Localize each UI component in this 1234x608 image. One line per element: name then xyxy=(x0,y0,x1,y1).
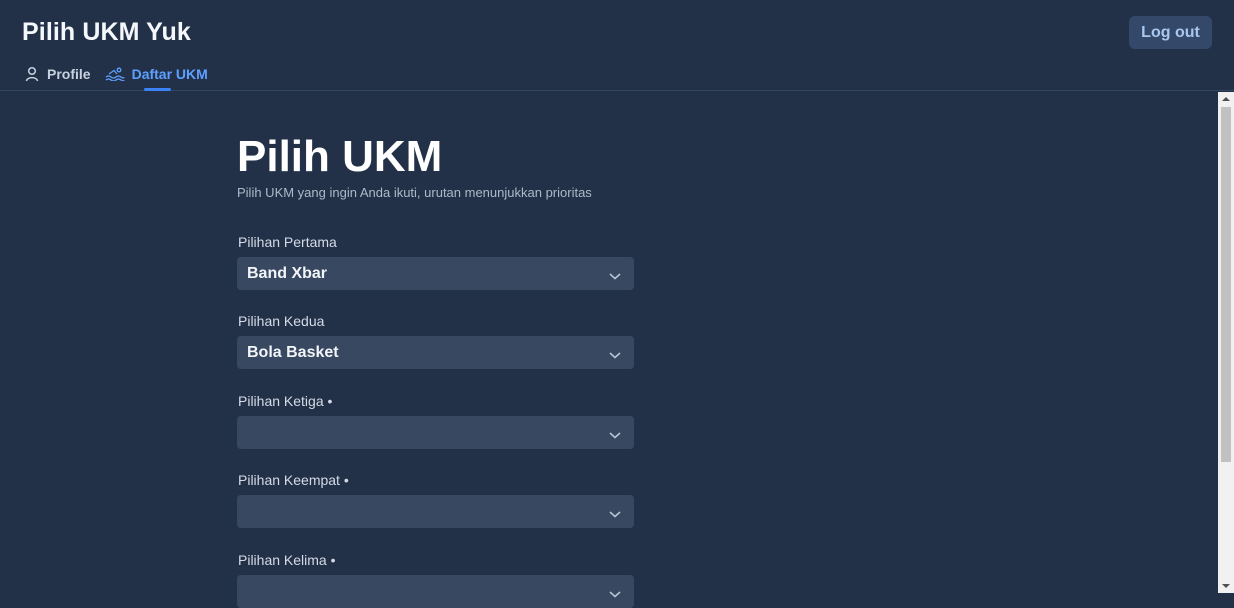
field-pilihan-keempat: Pilihan Keempat • xyxy=(237,470,634,528)
select-pilihan-pertama[interactable]: Band Xbar xyxy=(237,257,634,290)
field-pilihan-ketiga: Pilihan Ketiga • xyxy=(237,391,634,449)
select-value: Bola Basket xyxy=(247,343,339,361)
scroll-up-arrow-icon[interactable] xyxy=(1218,92,1234,106)
page-subtitle: Pilih UKM yang ingin Anda ikuti, urutan … xyxy=(237,185,592,200)
chevron-down-icon xyxy=(608,427,622,445)
field-label: Pilihan Kedua xyxy=(238,313,325,329)
chevron-down-icon xyxy=(608,586,622,604)
main-content: Pilih UKM Pilih UKM yang ingin Anda ikut… xyxy=(237,128,634,200)
scroll-down-arrow-icon[interactable] xyxy=(1218,579,1234,593)
main-nav: Profile Daftar UKM xyxy=(24,64,208,91)
field-pilihan-kedua: Pilihan Kedua Bola Basket xyxy=(237,311,634,369)
field-pilihan-pertama: Pilihan Pertama Band Xbar xyxy=(237,232,634,290)
field-label: Pilihan Pertama xyxy=(238,234,337,250)
field-label: Pilihan Keempat • xyxy=(238,472,349,488)
nav-item-profile[interactable]: Profile xyxy=(24,64,91,84)
field-label: Pilihan Ketiga • xyxy=(238,393,333,409)
select-pilihan-kelima[interactable] xyxy=(237,575,634,608)
chevron-down-icon xyxy=(608,268,622,286)
page-title: Pilih UKM xyxy=(237,132,443,181)
field-pilihan-kelima: Pilihan Kelima • xyxy=(237,550,634,608)
select-pilihan-ketiga[interactable] xyxy=(237,416,634,449)
select-pilihan-kedua[interactable]: Bola Basket xyxy=(237,336,634,369)
user-icon xyxy=(24,66,40,82)
select-value: Band Xbar xyxy=(247,264,328,282)
scrollbar-thumb[interactable] xyxy=(1221,107,1231,462)
chevron-down-icon xyxy=(608,506,622,524)
nav-item-label: Profile xyxy=(47,66,91,82)
app-header: Pilih UKM Yuk Log out Profile Daftar UKM xyxy=(0,0,1234,91)
swimmer-icon xyxy=(105,67,125,81)
app-title: Pilih UKM Yuk xyxy=(22,18,191,46)
active-tab-indicator xyxy=(144,88,171,91)
select-pilihan-keempat[interactable] xyxy=(237,495,634,528)
nav-item-label: Daftar UKM xyxy=(131,66,208,82)
chevron-down-icon xyxy=(608,347,622,365)
nav-item-daftar-ukm[interactable]: Daftar UKM xyxy=(105,64,208,84)
logout-button[interactable]: Log out xyxy=(1129,16,1212,49)
vertical-scrollbar[interactable] xyxy=(1218,92,1234,593)
field-label: Pilihan Kelima • xyxy=(238,552,336,568)
